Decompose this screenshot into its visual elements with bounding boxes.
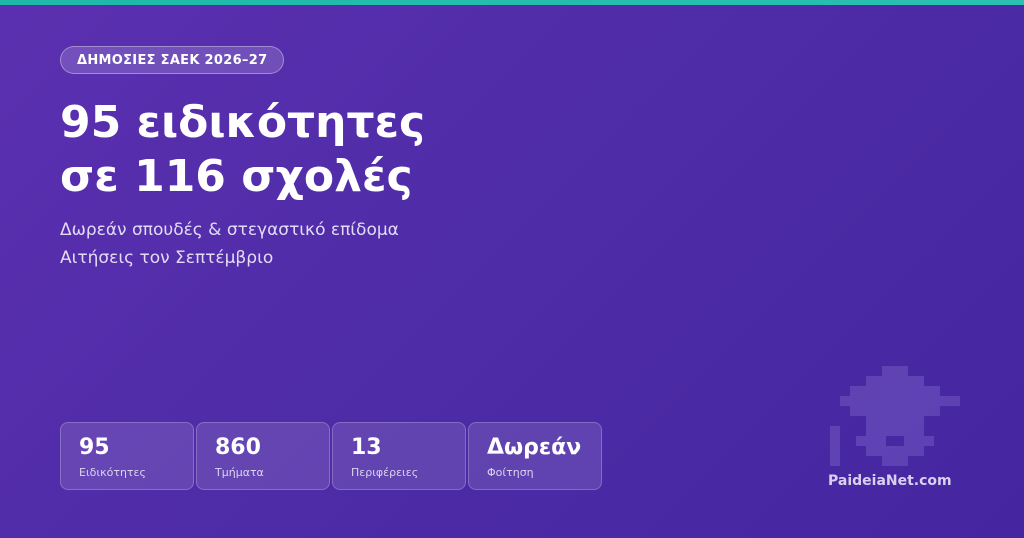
headline-line-1: 95 ειδικότητες: [60, 97, 426, 148]
brand-name[interactable]: PaideiaNet.com: [828, 473, 952, 489]
stat-label: Τμήματα: [215, 466, 264, 479]
category-badge: ΔΗΜΟΣΙΕΣ ΣΑΕΚ 2026–27: [60, 46, 285, 74]
top-accent-bar: [0, 0, 1024, 5]
stat-label: Περιφέρειες: [351, 466, 419, 479]
stat-card-specialties: 95 Ειδικότητες: [60, 422, 194, 490]
stats-row: 95 Ειδικότητες 860 Τμήματα 13 Περιφέρειε…: [60, 422, 602, 490]
subtitle: Δωρεάν σπουδές & στεγαστικό επίδομα Αιτή…: [60, 216, 399, 272]
stat-value: 95: [79, 435, 110, 460]
subtitle-line-2: Αιτήσεις τον Σεπτέμβριο: [60, 248, 274, 268]
subtitle-line-1: Δωρεάν σπουδές & στεγαστικό επίδομα: [60, 220, 399, 240]
stat-card-regions: 13 Περιφέρειες: [332, 422, 466, 490]
page-title: 95 ειδικότητες σε 116 σχολές: [60, 96, 425, 204]
pixel-graduation-cap-icon: [830, 366, 960, 466]
stat-label: Φοίτηση: [487, 466, 534, 479]
stat-value: Δωρεάν: [487, 435, 582, 460]
stat-value: 860: [215, 435, 261, 460]
stat-value: 13: [351, 435, 382, 460]
headline-line-2: σε 116 σχολές: [60, 151, 413, 202]
stat-label: Ειδικότητες: [79, 466, 146, 479]
stat-card-tuition: Δωρεάν Φοίτηση: [468, 422, 602, 490]
stat-card-departments: 860 Τμήματα: [196, 422, 330, 490]
